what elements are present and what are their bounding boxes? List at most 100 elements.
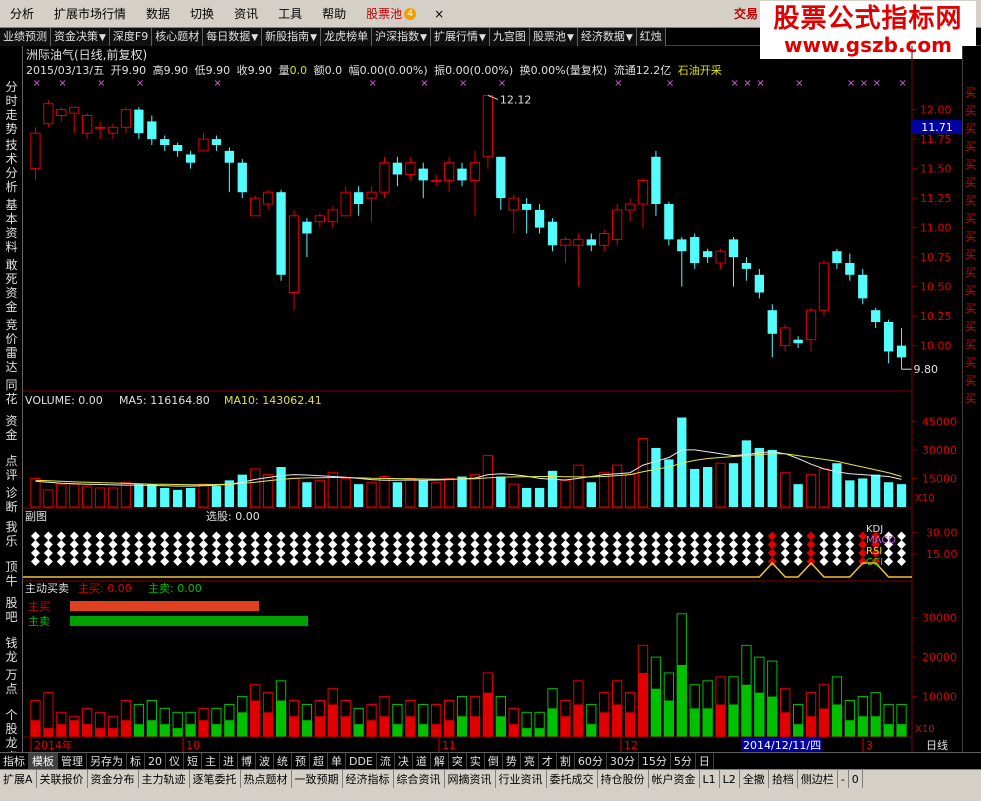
panel-tab-17[interactable]: 拾档 (769, 770, 798, 789)
indicator-tab-9[interactable]: 进 (220, 753, 238, 770)
toolbar-button-9[interactable]: 九宫图 (489, 28, 530, 46)
sidebar-item-0[interactable]: 分时走势 (0, 80, 23, 136)
indicator-tab-26[interactable]: 才 (539, 753, 557, 770)
sidebar-item-2[interactable]: 基本资料 (0, 198, 23, 254)
panel-tab-3[interactable]: 主力轨迹 (139, 770, 190, 789)
trade-menu[interactable]: 交易 (734, 0, 758, 28)
indicator-tab-8[interactable]: 主 (202, 753, 220, 770)
sidebar-item-9[interactable]: 我乐 (0, 520, 23, 548)
toolbar-button-5[interactable]: 新股指南▼ (262, 28, 322, 46)
volume-bar (340, 477, 351, 508)
panel-tab-2[interactable]: 资金分布 (88, 770, 139, 789)
panel-tab-12[interactable]: 持仓股份 (598, 770, 649, 789)
indicator-tab-15[interactable]: 单 (328, 753, 346, 770)
menu-item-data[interactable]: 数据 (136, 0, 180, 28)
signal-diamond (599, 540, 609, 549)
sidebar-item-13[interactable]: 万点 (0, 668, 23, 696)
toolbar-button-4[interactable]: 每日数据▼ (203, 28, 263, 46)
panel-tab-18[interactable]: 侧边栏 (798, 770, 838, 789)
sidebar-item-5[interactable]: 同花 (0, 378, 23, 406)
toolbar-button-10[interactable]: 股票池▼ (529, 28, 578, 46)
volume-bar (599, 472, 610, 508)
sidebar-item-12[interactable]: 钱龙 (0, 636, 23, 664)
panel-tab-7[interactable]: 经济指标 (343, 770, 394, 789)
toolbar-button-3[interactable]: 核心题材 (152, 28, 204, 46)
indicator-tab-21[interactable]: 突 (449, 753, 467, 770)
indicator-tab-10[interactable]: 博 (238, 753, 256, 770)
panel-tab-9[interactable]: 网摘资讯 (445, 770, 496, 789)
panel-tab-14[interactable]: L1 (700, 770, 720, 789)
panel-tab-20[interactable]: 0 (849, 770, 863, 789)
panel-tab-19[interactable]: - (838, 770, 849, 789)
indicator-tab-4[interactable]: 标 (127, 753, 145, 770)
toolbar-button-12[interactable]: 红烛 (636, 28, 666, 46)
close-icon[interactable]: × (430, 7, 448, 21)
indicator-tab-18[interactable]: 决 (395, 753, 413, 770)
toolbar-button-11[interactable]: 经济数据▼ (577, 28, 637, 46)
menu-item-news[interactable]: 资讯 (224, 0, 268, 28)
menu-item-switch[interactable]: 切换 (180, 0, 224, 28)
indicator-tab-14[interactable]: 超 (310, 753, 328, 770)
indicator-tab-12[interactable]: 统 (274, 753, 292, 770)
indicator-tab-13[interactable]: 预 (292, 753, 310, 770)
toolbar-button-0[interactable]: 业绩预测 (0, 28, 51, 46)
toolbar-button-6[interactable]: 龙虎榜单 (321, 28, 373, 46)
indicator-tab-24[interactable]: 势 (503, 753, 521, 770)
sidebar-item-6[interactable]: 资金 (0, 414, 23, 442)
toolbar-button-1[interactable]: 资金决策▼ (51, 28, 110, 46)
indicator-tab-6[interactable]: 仪 (166, 753, 184, 770)
sidebar-item-11[interactable]: 股吧 (0, 596, 23, 624)
indicator-tab-23[interactable]: 倒 (485, 753, 503, 770)
toolbar-button-2[interactable]: 深度F9 (109, 28, 153, 46)
panel-tab-10[interactable]: 行业资讯 (496, 770, 547, 789)
indicator-tab-27[interactable]: 割 (557, 753, 575, 770)
signal-diamond (211, 548, 221, 558)
indicator-tab-16[interactable]: DDE (346, 753, 377, 770)
toolbar-button-7[interactable]: 沪深指数▼ (372, 28, 432, 46)
panel-tab-13[interactable]: 帐户资金 (649, 770, 700, 789)
stock-pool-badge: 4 (404, 8, 417, 20)
sidebar-item-10[interactable]: 顶牛 (0, 560, 23, 588)
panel-tab-8[interactable]: 综合资讯 (394, 770, 445, 789)
panel-tab-1[interactable]: 关联报价 (37, 770, 88, 789)
indicator-tab-30[interactable]: 15分 (639, 753, 671, 770)
sidebar-item-1[interactable]: 技术分析 (0, 138, 23, 194)
indicator-tab-19[interactable]: 道 (413, 753, 431, 770)
menu-item-help[interactable]: 帮助 (312, 0, 356, 28)
indicator-tab-3[interactable]: 另存为 (87, 753, 127, 770)
indicator-tab-29[interactable]: 30分 (607, 753, 639, 770)
sidebar-item-4[interactable]: 竞价雷达 (0, 318, 23, 374)
indicator-tab-5[interactable]: 20 (145, 753, 166, 770)
menu-item-analysis[interactable]: 分析 (0, 0, 44, 28)
indicator-tab-2[interactable]: 管理 (58, 753, 87, 770)
panel-tab-16[interactable]: 全撤 (740, 770, 769, 789)
panel-tab-0[interactable]: 扩展A (0, 770, 37, 789)
panel-tab-4[interactable]: 逐笔委托 (190, 770, 241, 789)
panel-tab-5[interactable]: 热点题材 (241, 770, 292, 789)
indicator-tab-31[interactable]: 5分 (671, 753, 696, 770)
sidebar-item-8[interactable]: 诊断 (0, 486, 23, 514)
indicator-tab-32[interactable]: 日 (696, 753, 714, 770)
indicator-tab-28[interactable]: 60分 (575, 753, 607, 770)
menu-item-ext-market[interactable]: 扩展市场行情 (44, 0, 136, 28)
indicator-tab-1[interactable]: 模板 (29, 753, 58, 770)
toolbar-button-8[interactable]: 扩展行情▼ (431, 28, 490, 46)
candle-body (624, 203, 636, 211)
indicator-tab-17[interactable]: 流 (377, 753, 395, 770)
panel-tab-11[interactable]: 委托成交 (547, 770, 598, 789)
sidebar-item-3[interactable]: 敢死资金 (0, 258, 23, 314)
indicator-tab-0[interactable]: 指标 (0, 753, 29, 770)
flow-sell-bar (95, 728, 105, 736)
indicator-tab-22[interactable]: 实 (467, 753, 485, 770)
indicator-tab-20[interactable]: 解 (431, 753, 449, 770)
indicator-tab-7[interactable]: 短 (184, 753, 202, 770)
indicator-tab-25[interactable]: 亮 (521, 753, 539, 770)
signal-diamond (690, 531, 700, 541)
stock-chart[interactable]: × × × × × × × × × × × × × × × × × × ×12.129.80 10.0010.251… (23, 46, 962, 752)
indicator-tab-11[interactable]: 波 (256, 753, 274, 770)
menu-item-stock-pool[interactable]: 股票池 4 (356, 0, 426, 28)
panel-tab-15[interactable]: L2 (720, 770, 740, 789)
panel-tab-6[interactable]: 一致预期 (292, 770, 343, 789)
sidebar-item-7[interactable]: 点评 (0, 454, 23, 482)
menu-item-tools[interactable]: 工具 (268, 0, 312, 28)
